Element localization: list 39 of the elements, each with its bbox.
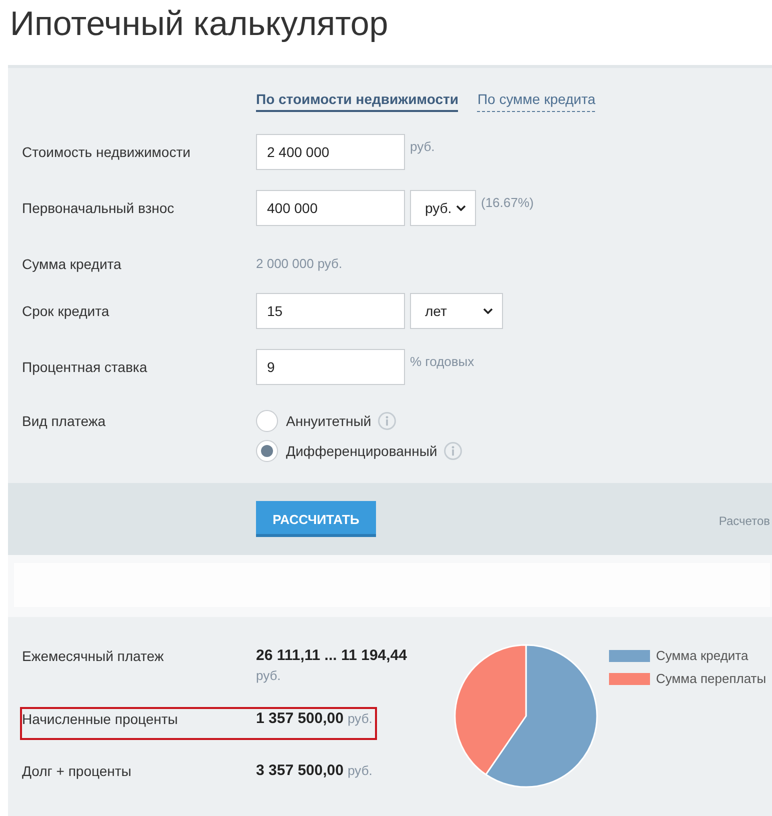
field-label: Срок кредита	[22, 302, 110, 321]
chevron-down-icon	[456, 205, 466, 211]
amount-value: 3 357 500,00	[256, 761, 344, 781]
legend-label: Сумма кредита	[656, 648, 748, 663]
field-label: Вид платежа	[22, 412, 106, 431]
tab[interactable]: По стоимости недвижимости	[256, 90, 458, 112]
page-title: Ипотечный калькулятор	[10, 4, 388, 44]
field-label: Сумма кредита	[22, 255, 122, 273]
field-label: Стоимость недвижимости	[22, 143, 192, 162]
input-field[interactable]: 400 000	[256, 190, 405, 226]
chevron-down-icon	[483, 308, 493, 314]
counter-text: Расчетов	[718, 514, 770, 528]
option-label[interactable]: Аннуитетный	[286, 412, 372, 430]
unit-label: % годовых	[410, 353, 474, 371]
unit-label: руб.	[348, 762, 372, 780]
percentage-note: (16.67%)	[481, 194, 534, 212]
input-field[interactable]: 9	[256, 349, 405, 385]
result-label: Ежемесячный платеж	[22, 647, 165, 666]
loan-amount-value: 2 000 000 руб.	[256, 255, 342, 273]
result-label: Начисленные проценты	[22, 710, 179, 729]
radio-button[interactable]	[256, 440, 278, 462]
amount-value: 26 111,11 ... 11 194,44	[256, 646, 407, 666]
radio-button[interactable]	[256, 410, 278, 432]
amount-value: 1 357 500,00	[256, 709, 344, 729]
input-field[interactable]: 2 400 000	[256, 134, 405, 170]
option-label[interactable]: Дифференцированный	[286, 442, 438, 460]
unit-dropdown[interactable]: лет	[410, 293, 503, 329]
legend-label: Сумма переплаты	[656, 671, 766, 686]
unit-dropdown[interactable]: руб.	[410, 190, 476, 226]
field-label: Процентная ставка	[22, 358, 148, 377]
unit-label: руб.	[256, 667, 281, 685]
info-icon[interactable]	[444, 442, 462, 460]
input-field[interactable]: 15	[256, 293, 405, 329]
unit-label: руб.	[410, 138, 435, 156]
info-icon[interactable]	[378, 412, 396, 430]
unit-label: руб.	[348, 710, 372, 728]
field-label: Первоначальный взнос	[22, 199, 176, 218]
result-label: Долг + проценты	[22, 762, 132, 781]
tab[interactable]: По сумме кредита	[477, 90, 596, 112]
